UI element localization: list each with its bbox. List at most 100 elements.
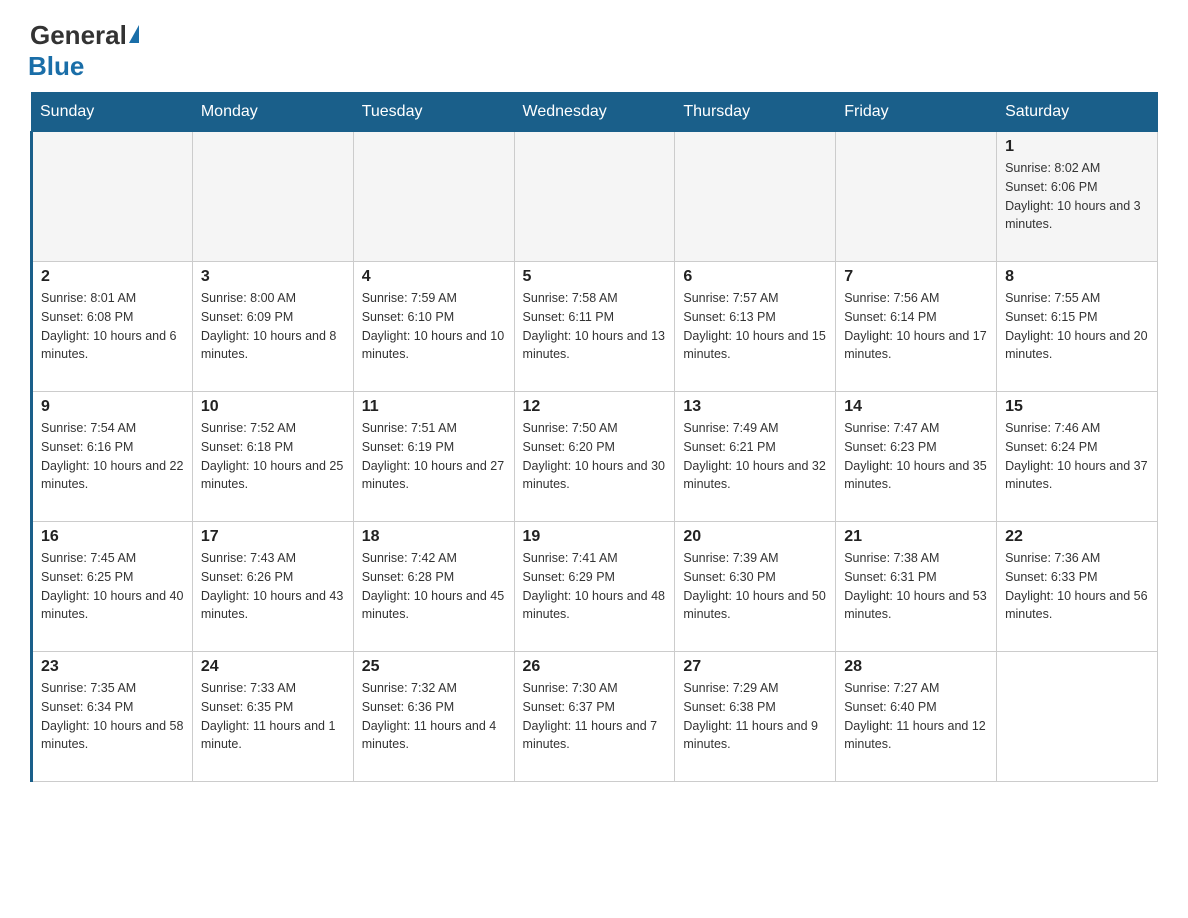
calendar-week-row: 23 Sunrise: 7:35 AMSunset: 6:34 PMDayligh… [32, 652, 1158, 782]
day-number: 9 [41, 398, 184, 416]
day-info: Sunrise: 8:00 AMSunset: 6:09 PMDaylight:… [201, 289, 345, 364]
day-number: 2 [41, 268, 184, 286]
table-row: 3 Sunrise: 8:00 AMSunset: 6:09 PMDaylight… [192, 262, 353, 392]
calendar-week-row: 1 Sunrise: 8:02 AMSunset: 6:06 PMDaylight… [32, 132, 1158, 262]
table-row: 6 Sunrise: 7:57 AMSunset: 6:13 PMDaylight… [675, 262, 836, 392]
table-row [32, 132, 193, 262]
day-info: Sunrise: 7:41 AMSunset: 6:29 PMDaylight:… [523, 549, 667, 624]
table-row: 5 Sunrise: 7:58 AMSunset: 6:11 PMDaylight… [514, 262, 675, 392]
calendar-week-row: 9Sunrise: 7:54 AMSunset: 6:16 PMDaylight… [32, 392, 1158, 522]
day-info: Sunrise: 7:39 AMSunset: 6:30 PMDaylight:… [683, 549, 827, 624]
table-row: 15Sunrise: 7:46 AMSunset: 6:24 PMDayligh… [997, 392, 1158, 522]
day-number: 16 [41, 528, 184, 546]
table-row [192, 132, 353, 262]
day-number: 12 [523, 398, 667, 416]
day-number: 13 [683, 398, 827, 416]
day-info: Sunrise: 7:50 AMSunset: 6:20 PMDaylight:… [523, 419, 667, 494]
table-row: 24 Sunrise: 7:33 AMSunset: 6:35 PMDayligh… [192, 652, 353, 782]
day-info: Sunrise: 7:33 AMSunset: 6:35 PMDaylight:… [201, 679, 345, 754]
col-sunday: Sunday [32, 93, 193, 132]
day-info: Sunrise: 7:57 AMSunset: 6:13 PMDaylight:… [683, 289, 827, 364]
day-info: Sunrise: 7:59 AMSunset: 6:10 PMDaylight:… [362, 289, 506, 364]
table-row: 7Sunrise: 7:56 AMSunset: 6:14 PMDaylight… [836, 262, 997, 392]
table-row: 18 Sunrise: 7:42 AMSunset: 6:28 PMDayligh… [353, 522, 514, 652]
table-row [514, 132, 675, 262]
table-row: 1 Sunrise: 8:02 AMSunset: 6:06 PMDaylight… [997, 132, 1158, 262]
logo-blue-text: Blue [28, 51, 84, 82]
day-number: 18 [362, 528, 506, 546]
day-number: 3 [201, 268, 345, 286]
day-number: 14 [844, 398, 988, 416]
calendar-week-row: 16Sunrise: 7:45 AMSunset: 6:25 PMDayligh… [32, 522, 1158, 652]
col-wednesday: Wednesday [514, 93, 675, 132]
table-row: 19 Sunrise: 7:41 AMSunset: 6:29 PMDayligh… [514, 522, 675, 652]
day-number: 6 [683, 268, 827, 286]
day-number: 8 [1005, 268, 1149, 286]
table-row [997, 652, 1158, 782]
day-info: Sunrise: 8:01 AMSunset: 6:08 PMDaylight:… [41, 289, 184, 364]
table-row [353, 132, 514, 262]
day-info: Sunrise: 7:30 AMSunset: 6:37 PMDaylight:… [523, 679, 667, 754]
table-row: 14Sunrise: 7:47 AMSunset: 6:23 PMDayligh… [836, 392, 997, 522]
table-row: 23 Sunrise: 7:35 AMSunset: 6:34 PMDayligh… [32, 652, 193, 782]
day-number: 27 [683, 658, 827, 676]
table-row: 25Sunrise: 7:32 AMSunset: 6:36 PMDayligh… [353, 652, 514, 782]
table-row [675, 132, 836, 262]
table-row: 9Sunrise: 7:54 AMSunset: 6:16 PMDaylight… [32, 392, 193, 522]
day-info: Sunrise: 7:35 AMSunset: 6:34 PMDaylight:… [41, 679, 184, 754]
day-info: Sunrise: 7:38 AMSunset: 6:31 PMDaylight:… [844, 549, 988, 624]
table-row [836, 132, 997, 262]
day-info: Sunrise: 7:51 AMSunset: 6:19 PMDaylight:… [362, 419, 506, 494]
day-number: 26 [523, 658, 667, 676]
table-row: 20 Sunrise: 7:39 AMSunset: 6:30 PMDayligh… [675, 522, 836, 652]
table-row: 10 Sunrise: 7:52 AMSunset: 6:18 PMDayligh… [192, 392, 353, 522]
table-row: 8 Sunrise: 7:55 AMSunset: 6:15 PMDaylight… [997, 262, 1158, 392]
calendar-table: Sunday Monday Tuesday Wednesday Thursday… [30, 92, 1158, 782]
col-tuesday: Tuesday [353, 93, 514, 132]
day-info: Sunrise: 7:58 AMSunset: 6:11 PMDaylight:… [523, 289, 667, 364]
day-number: 22 [1005, 528, 1149, 546]
day-number: 10 [201, 398, 345, 416]
logo: General Blue [30, 20, 139, 82]
day-info: Sunrise: 7:46 AMSunset: 6:24 PMDaylight:… [1005, 419, 1149, 494]
table-row: 11 Sunrise: 7:51 AMSunset: 6:19 PMDayligh… [353, 392, 514, 522]
calendar-header-row: Sunday Monday Tuesday Wednesday Thursday… [32, 93, 1158, 132]
day-info: Sunrise: 7:27 AMSunset: 6:40 PMDaylight:… [844, 679, 988, 754]
day-info: Sunrise: 7:43 AMSunset: 6:26 PMDaylight:… [201, 549, 345, 624]
logo-triangle-icon [129, 25, 139, 43]
page-header: General Blue [30, 20, 1158, 82]
day-number: 11 [362, 398, 506, 416]
day-number: 4 [362, 268, 506, 286]
day-info: Sunrise: 7:56 AMSunset: 6:14 PMDaylight:… [844, 289, 988, 364]
day-info: Sunrise: 7:55 AMSunset: 6:15 PMDaylight:… [1005, 289, 1149, 364]
table-row: 27 Sunrise: 7:29 AMSunset: 6:38 PMDayligh… [675, 652, 836, 782]
day-info: Sunrise: 7:42 AMSunset: 6:28 PMDaylight:… [362, 549, 506, 624]
day-number: 1 [1005, 138, 1149, 156]
table-row: 22 Sunrise: 7:36 AMSunset: 6:33 PMDayligh… [997, 522, 1158, 652]
day-info: Sunrise: 7:49 AMSunset: 6:21 PMDaylight:… [683, 419, 827, 494]
day-number: 20 [683, 528, 827, 546]
table-row: 13 Sunrise: 7:49 AMSunset: 6:21 PMDayligh… [675, 392, 836, 522]
day-info: Sunrise: 7:29 AMSunset: 6:38 PMDaylight:… [683, 679, 827, 754]
day-info: Sunrise: 8:02 AMSunset: 6:06 PMDaylight:… [1005, 159, 1149, 234]
logo-general-text: General [30, 20, 127, 51]
day-number: 19 [523, 528, 667, 546]
col-thursday: Thursday [675, 93, 836, 132]
day-number: 5 [523, 268, 667, 286]
table-row: 17 Sunrise: 7:43 AMSunset: 6:26 PMDayligh… [192, 522, 353, 652]
table-row: 16Sunrise: 7:45 AMSunset: 6:25 PMDayligh… [32, 522, 193, 652]
day-number: 28 [844, 658, 988, 676]
day-number: 17 [201, 528, 345, 546]
col-friday: Friday [836, 93, 997, 132]
day-info: Sunrise: 7:36 AMSunset: 6:33 PMDaylight:… [1005, 549, 1149, 624]
day-info: Sunrise: 7:52 AMSunset: 6:18 PMDaylight:… [201, 419, 345, 494]
table-row: 28 Sunrise: 7:27 AMSunset: 6:40 PMDayligh… [836, 652, 997, 782]
table-row: 21 Sunrise: 7:38 AMSunset: 6:31 PMDayligh… [836, 522, 997, 652]
table-row: 26 Sunrise: 7:30 AMSunset: 6:37 PMDayligh… [514, 652, 675, 782]
table-row: 12 Sunrise: 7:50 AMSunset: 6:20 PMDayligh… [514, 392, 675, 522]
day-number: 21 [844, 528, 988, 546]
table-row: 2 Sunrise: 8:01 AMSunset: 6:08 PMDaylight… [32, 262, 193, 392]
day-number: 23 [41, 658, 184, 676]
day-number: 24 [201, 658, 345, 676]
col-monday: Monday [192, 93, 353, 132]
